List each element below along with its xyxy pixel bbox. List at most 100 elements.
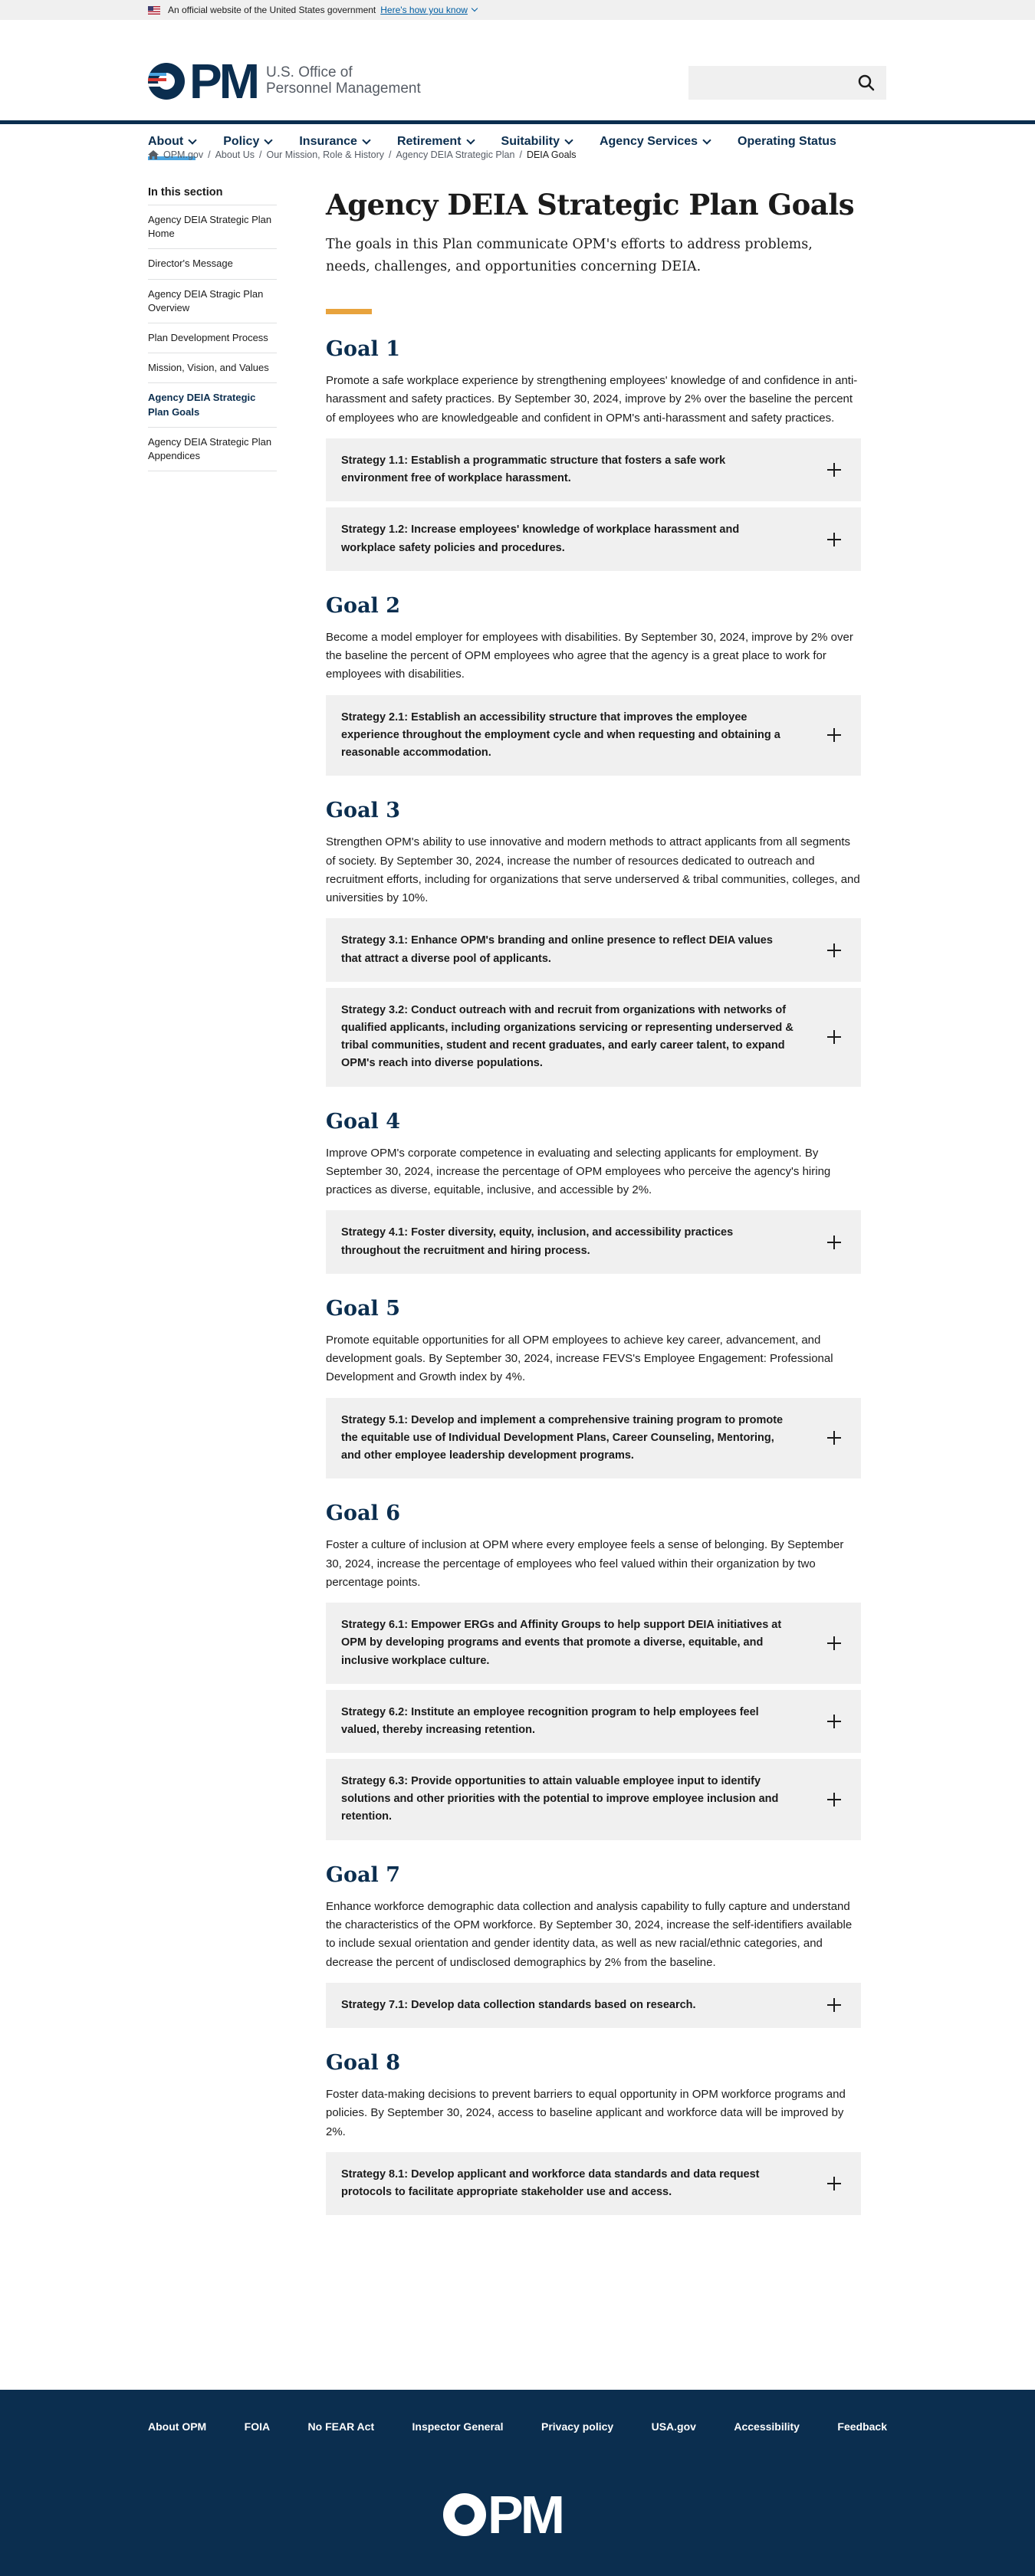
breadcrumb-separator: / [519,149,522,160]
strategy-title: Strategy 1.2: Increase employees' knowle… [341,523,740,554]
chevron-down-icon [264,136,274,145]
strategy-accordion[interactable]: Strategy 5.1: Develop and implement a co… [326,1397,861,1479]
nav-label: Insurance [299,135,357,148]
footer-link-no-fear-act[interactable]: No FEAR Act [308,2420,375,2433]
goal-section: Goal 2 Become a model employer for employ… [326,594,861,776]
goal-description: Become a model employer for employees wi… [326,630,853,681]
strategy-accordion[interactable]: Strategy 2.1: Establish an accessibility… [326,694,861,776]
footer-link-usa-gov[interactable]: USA.gov [652,2420,696,2433]
breadcrumb-strategic-plan[interactable]: Agency DEIA Strategic Plan [396,149,515,160]
footer-link-accessibility[interactable]: Accessibility [734,2420,800,2433]
sidebar-item-directors-message[interactable]: Director's Message [148,249,277,280]
plus-icon [826,727,843,743]
page-title: Agency DEIA Strategic Plan Goals [326,188,855,222]
gov-banner-text: An official website of the United States… [168,5,376,15]
goal-heading: Goal 8 [326,2051,401,2076]
opm-logo[interactable]: PM U.S. Office of Personnel Management [148,57,421,106]
goal-description: Enhance workforce demographic data colle… [326,1899,853,1969]
strategy-accordion[interactable]: Strategy 8.1: Develop applicant and work… [326,2151,861,2216]
goal-heading: Goal 3 [326,799,401,823]
strategy-accordion[interactable]: Strategy 7.1: Develop data collection st… [326,1982,861,2029]
strategy-accordion[interactable]: Strategy 4.1: Foster diversity, equity, … [326,1210,861,1274]
strategy-accordion[interactable]: Strategy 6.2: Institute an employee reco… [326,1689,861,1754]
strategy-title: Strategy 3.2: Conduct outreach with and … [341,1003,794,1070]
sidebar-item-development-process[interactable]: Plan Development Process [148,323,277,354]
plus-icon [826,1713,843,1730]
strategy-accordion[interactable]: Strategy 3.2: Conduct outreach with and … [326,987,861,1087]
nav-label: Suitability [501,135,560,148]
breadcrumb: OPM.gov / About Us / Our Mission, Role &… [148,149,577,160]
chevron-down-icon[interactable] [471,5,478,12]
plus-icon [826,942,843,959]
strategy-accordion[interactable]: Strategy 6.1: Empower ERGs and Affinity … [326,1603,861,1684]
strategy-accordion[interactable]: Strategy 6.3: Provide opportunities to a… [326,1759,861,1840]
goal-section: Goal 7 Enhance workforce demographic data… [326,1862,861,2029]
breadcrumb-mission[interactable]: Our Mission, Role & History [267,149,385,160]
chevron-down-icon [188,136,197,145]
logo-letters: PM [189,54,260,109]
chevron-down-icon [564,136,573,145]
sidebar-item-plan-overview[interactable]: Agency DEIA Stragic Plan Overview [148,280,277,323]
heres-how-you-know-link[interactable]: Here's how you know [380,5,468,15]
site-footer: About OPM FOIA No FEAR Act Inspector Gen… [0,2390,1035,2576]
strategy-title: Strategy 5.1: Develop and implement a co… [341,1413,784,1462]
breadcrumb-about-us[interactable]: About Us [215,149,255,160]
footer-link-privacy-policy[interactable]: Privacy policy [541,2420,613,2433]
strategy-title: Strategy 8.1: Develop applicant and work… [341,2167,760,2199]
plus-icon [826,531,843,548]
site-header: PM U.S. Office of Personnel Management A… [0,20,1035,160]
footer-link-feedback[interactable]: Feedback [837,2420,887,2433]
strategy-title: Strategy 6.1: Empower ERGs and Affinity … [341,1619,782,1667]
nav-agency-services[interactable]: Agency Services [599,127,711,156]
gov-banner: An official website of the United States… [0,0,1035,20]
plus-icon [826,1429,843,1446]
goal-heading: Goal 7 [326,1862,401,1887]
nav-label: About [148,135,184,148]
plus-icon [826,461,843,478]
chevron-down-icon [702,136,711,145]
sidebar-item-appendices[interactable]: Agency DEIA Strategic Plan Appendices [148,428,277,472]
strategy-title: Strategy 6.3: Provide opportunities to a… [341,1775,779,1823]
strategy-accordion[interactable]: Strategy 1.1: Establish a programmatic s… [326,438,861,502]
sidebar-item-mission-vision[interactable]: Mission, Vision, and Values [148,353,277,384]
home-icon [148,150,159,159]
goal-section: Goal 6 Foster a culture of inclusion at O… [326,1501,861,1840]
footer-link-inspector-general[interactable]: Inspector General [412,2420,504,2433]
footer-opm-logo[interactable]: PM [443,2485,565,2545]
strategy-title: Strategy 6.2: Institute an employee reco… [341,1705,759,1736]
strategy-accordion[interactable]: Strategy 3.1: Enhance OPM's branding and… [326,918,861,982]
breadcrumb-separator: / [208,149,211,160]
goal-heading: Goal 1 [326,337,401,362]
goal-heading: Goal 2 [326,593,401,618]
us-flag-icon [148,5,160,15]
logo-line1: U.S. Office of [266,64,353,81]
section-sidebar: In this section Agency DEIA Strategic Pl… [148,186,277,472]
nav-label: Policy [223,135,260,148]
search-button[interactable] [851,67,882,98]
breadcrumb-opm[interactable]: OPM.gov [163,149,203,160]
opm-logo-mark-icon [148,63,185,100]
breadcrumb-current: DEIA Goals [526,149,577,160]
goal-description: Foster a culture of inclusion at OPM whe… [326,1538,844,1589]
goal-heading: Goal 4 [326,1109,401,1134]
nav-label: Retirement [396,135,462,148]
strategy-title: Strategy 1.1: Establish a programmatic s… [341,454,726,485]
goal-description: Promote equitable opportunities for all … [326,1333,833,1384]
nav-label: Agency Services [599,135,698,148]
goal-section: Goal 8 Foster data-making decisions to pr… [326,2051,861,2216]
plus-icon [826,1234,843,1251]
search-icon [858,74,875,91]
opm-logo-mark-icon [443,2493,486,2536]
strategy-accordion[interactable]: Strategy 1.2: Increase employees' knowle… [326,507,861,571]
footer-link-foia[interactable]: FOIA [245,2420,270,2433]
breadcrumb-separator: / [259,149,262,160]
goal-section: Goal 1 Promote a safe workplace experienc… [326,337,861,571]
nav-label: Operating Status [738,135,836,148]
nav-operating-status[interactable]: Operating Status [738,127,836,156]
sidebar-item-plan-goals[interactable]: Agency DEIA Strategic Plan Goals [148,383,277,428]
sidebar-item-plan-home[interactable]: Agency DEIA Strategic Plan Home [148,205,277,250]
strategy-title: Strategy 4.1: Foster diversity, equity, … [341,1226,734,1257]
footer-logo-letters: PM [488,2485,565,2545]
footer-link-about-opm[interactable]: About OPM [148,2420,206,2433]
sidebar-heading: In this section [148,186,277,205]
